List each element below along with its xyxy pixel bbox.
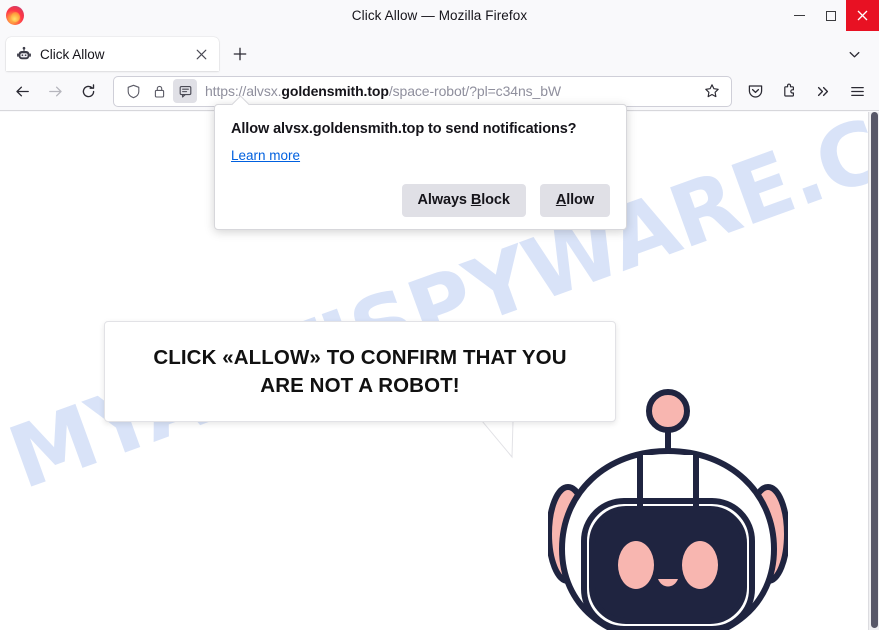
hamburger-menu-icon[interactable]	[841, 76, 873, 107]
extensions-puzzle-icon[interactable]	[773, 76, 805, 107]
minimize-button[interactable]	[784, 0, 815, 31]
new-tab-button[interactable]	[225, 39, 255, 69]
learn-more-link[interactable]: Learn more	[231, 148, 300, 163]
firefox-logo-icon	[4, 5, 26, 27]
back-button[interactable]	[6, 76, 38, 107]
headline-line-2: ARE NOT A ROBOT!	[260, 373, 460, 397]
content-speech-bubble: CLICK «ALLOW» TO CONFIRM THAT YOU ARE NO…	[104, 321, 616, 422]
window-title: Click Allow — Mozilla Firefox	[351, 8, 528, 23]
window-controls	[784, 0, 879, 31]
robot-favicon-icon	[16, 46, 32, 62]
space-robot-illustration	[548, 389, 788, 630]
close-tab-icon[interactable]	[191, 44, 211, 64]
title-bar: Click Allow — Mozilla Firefox	[0, 0, 879, 31]
tab-strip: Click Allow	[0, 31, 879, 72]
maximize-button[interactable]	[815, 0, 846, 31]
forward-button[interactable]	[39, 76, 71, 107]
list-all-tabs-button[interactable]	[839, 39, 869, 69]
address-bar[interactable]: https://alvsx.goldensmith.top/space-robo…	[113, 75, 732, 107]
url-text[interactable]: https://alvsx.goldensmith.top/space-robo…	[199, 83, 697, 99]
scrollbar-thumb[interactable]	[871, 112, 878, 628]
always-block-button[interactable]: Always Block	[401, 184, 526, 218]
tab-click-allow[interactable]: Click Allow	[6, 37, 219, 71]
toolbar-right-actions	[739, 76, 873, 107]
browser-window: Click Allow — Mozilla Firefox Click Allo…	[0, 0, 879, 630]
page-headline: CLICK «ALLOW» TO CONFIRM THAT YOU ARE NO…	[139, 344, 580, 399]
permission-popup-actions: Always Block Allow	[231, 184, 610, 218]
tab-title: Click Allow	[40, 46, 105, 62]
notification-permission-icon[interactable]	[173, 79, 197, 103]
reload-button[interactable]	[72, 76, 104, 107]
padlock-icon[interactable]	[147, 79, 171, 103]
headline-line-1: CLICK «ALLOW» TO CONFIRM THAT YOU	[153, 346, 567, 370]
bookmark-star-icon[interactable]	[699, 78, 725, 104]
page-scrollbar[interactable]	[868, 112, 879, 630]
overflow-chevrons-icon[interactable]	[807, 76, 839, 107]
speech-bubble-tail	[482, 421, 516, 459]
notification-permission-popup: Allow alvsx.goldensmith.top to send noti…	[214, 104, 627, 231]
pocket-icon[interactable]	[739, 76, 771, 107]
permission-popup-title: Allow alvsx.goldensmith.top to send noti…	[231, 121, 577, 137]
tracking-protection-shield-icon[interactable]	[121, 79, 145, 103]
close-window-button[interactable]	[846, 0, 879, 31]
allow-button[interactable]: Allow	[539, 184, 610, 218]
